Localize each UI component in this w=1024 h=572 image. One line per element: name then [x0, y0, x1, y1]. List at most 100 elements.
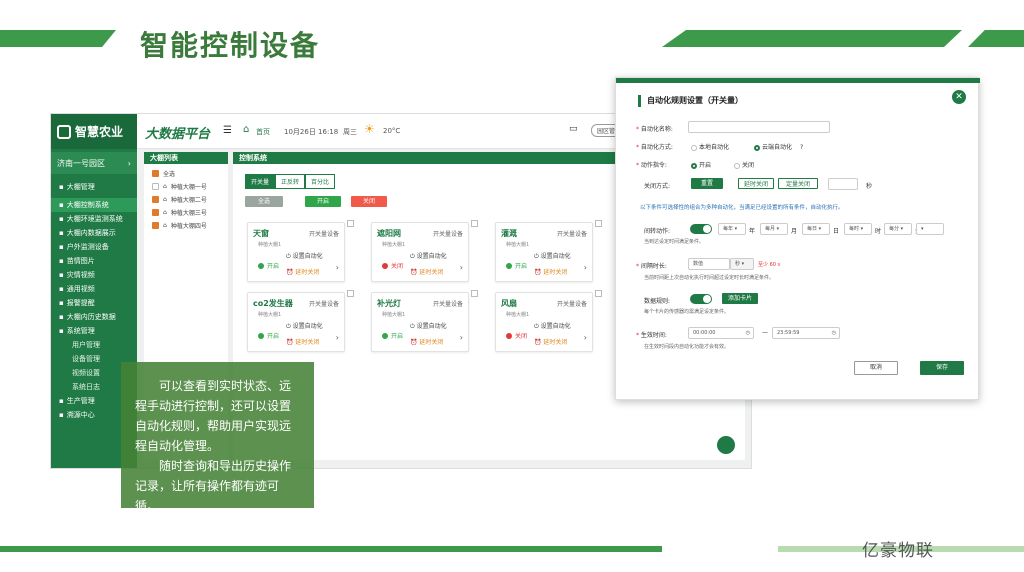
close-icon[interactable]: ✕ [952, 90, 966, 104]
device-name: 灌溉 [501, 229, 517, 238]
data-rule-toggle[interactable] [690, 294, 712, 304]
delay-close-link[interactable]: ⏰ 延时关闭 [286, 267, 319, 276]
mode-label: * 自动化方式: [636, 144, 673, 151]
device-type: 开关量设备 [308, 301, 339, 308]
select-all-button[interactable]: 全选 [245, 196, 283, 207]
mode-cloud-radio[interactable]: 云端自动化 ? [754, 142, 803, 151]
sidebar-item[interactable]: ▪ 大棚环境监测系统 [51, 212, 137, 226]
delay-close-button[interactable]: 延时关闭 [738, 178, 774, 189]
delay-close-link[interactable]: ⏰ 延时关闭 [534, 337, 567, 346]
chevron-right-icon[interactable]: › [460, 333, 463, 342]
sidebar-item[interactable]: ▪ 报警提醒 [51, 296, 137, 310]
interval-hour-select[interactable]: 每时 ▾ [844, 223, 872, 235]
help-icon[interactable]: ? [800, 144, 803, 151]
mode-label-text: 自动化方式: [640, 144, 673, 151]
device-card[interactable]: co2发生器 开关量设备 种植大棚1 开启 ⏻ 设置自动化 ⏰ 延时关闭 › [247, 290, 354, 352]
interval-toggle[interactable] [690, 224, 712, 234]
device-greenhouse: 种植大棚1 [506, 242, 530, 248]
home-icon[interactable]: ⌂ [243, 124, 249, 135]
greenhouse-item[interactable]: ⌂ 种植大棚四号 [144, 219, 228, 232]
timed-close-button[interactable]: 定量关闭 [778, 178, 818, 189]
power-icon: ⏻ [534, 253, 541, 260]
command-on-radio[interactable]: 开启 [691, 160, 711, 169]
delay-close-link[interactable]: ⏰ 延时关闭 [410, 337, 443, 346]
automation-name-input[interactable] [688, 121, 830, 133]
tab-forward-reverse[interactable]: 正反转 [275, 174, 306, 189]
save-button[interactable]: 保存 [920, 361, 964, 375]
sidebar-item[interactable]: ▪ 通用视频 [51, 282, 137, 296]
reset-button[interactable]: 重置 [691, 178, 723, 189]
select-all-checkbox[interactable]: 全选 [144, 167, 228, 180]
set-automation-link[interactable]: ⏻ 设置自动化 [534, 321, 571, 331]
device-card[interactable]: 风扇 开关量设备 种植大棚1 关闭 ⏻ 设置自动化 ⏰ 延时关闭 › [495, 290, 602, 352]
sidebar-item[interactable]: ▪ 大棚内数据展示 [51, 226, 137, 240]
park-selector[interactable]: 济南一号园区 › [51, 152, 137, 174]
automation-label: 设置自动化 [540, 323, 571, 330]
sidebar-item[interactable]: ▪ 灾情视频 [51, 268, 137, 282]
set-automation-link[interactable]: ⏻ 设置自动化 [286, 321, 323, 331]
cloud-icon[interactable] [717, 436, 735, 454]
seconds-input[interactable] [828, 178, 858, 190]
card-checkbox[interactable] [471, 290, 478, 297]
menu-icon[interactable]: ☰ [223, 125, 232, 136]
delay-close-link[interactable]: ⏰ 延时关闭 [286, 337, 319, 346]
sidebar-item[interactable]: ▪ 户外监测设备 [51, 240, 137, 254]
interval-month-select[interactable]: 每月 ▾ [760, 223, 788, 235]
sidebar-item[interactable]: ▪ 大棚控制系统 [51, 198, 137, 212]
greenhouse-item[interactable]: ⌂ 种植大棚二号 [144, 193, 228, 206]
turn-on-button[interactable]: 开启 [305, 196, 341, 207]
sidebar-item[interactable]: ▪ 大棚管理 [51, 180, 137, 194]
card-checkbox[interactable] [595, 220, 602, 227]
set-automation-link[interactable]: ⏻ 设置自动化 [286, 251, 323, 261]
chevron-right-icon[interactable]: › [584, 333, 587, 342]
device-card[interactable]: 灌溉 开关量设备 种植大棚1 开启 ⏻ 设置自动化 ⏰ 延时关闭 › [495, 220, 602, 282]
interval-minute-select[interactable]: 每分 ▾ [884, 223, 912, 235]
mode-local-radio[interactable]: 本地自动化 [691, 142, 729, 151]
interval-year-select[interactable]: 每年 ▾ [718, 223, 746, 235]
chevron-right-icon: › [127, 158, 131, 168]
home-link[interactable]: 首页 [256, 127, 270, 137]
turn-off-button[interactable]: 关闭 [351, 196, 387, 207]
delay-close-link[interactable]: ⏰ 延时关闭 [410, 267, 443, 276]
start-time-input[interactable]: 00:00:00 ◷ [688, 327, 754, 339]
tab-switch[interactable]: 开关量 [245, 174, 276, 189]
chevron-right-icon[interactable]: › [584, 263, 587, 272]
device-card[interactable]: 补光灯 开关量设备 种植大棚1 开启 ⏻ 设置自动化 ⏰ 延时关闭 › [371, 290, 478, 352]
sidebar-item[interactable]: ▪ 大棚内历史数据 [51, 310, 137, 324]
delay-close-link[interactable]: ⏰ 延时关闭 [534, 267, 567, 276]
greenhouse-item[interactable]: ⌂ 种植大棚一号 [144, 180, 228, 193]
chevron-right-icon[interactable]: › [336, 263, 339, 272]
greenhouse-item[interactable]: ⌂ 种植大棚三号 [144, 206, 228, 219]
command-off-radio[interactable]: 关闭 [734, 160, 754, 169]
card-checkbox[interactable] [347, 220, 354, 227]
duration-input[interactable]: 数值 [688, 258, 730, 270]
device-card[interactable]: 天窗 开关量设备 种植大棚1 开启 ⏻ 设置自动化 ⏰ 延时关闭 › [247, 220, 354, 282]
status-text: 开启 [267, 263, 280, 270]
command-on-text: 开启 [699, 162, 712, 169]
footer-bar-left [0, 546, 662, 552]
set-automation-link[interactable]: ⏻ 设置自动化 [410, 251, 447, 261]
set-automation-link[interactable]: ⏻ 设置自动化 [534, 251, 571, 261]
device-card[interactable]: 遮阳网 开关量设备 种植大棚1 关闭 ⏻ 设置自动化 ⏰ 延时关闭 › [371, 220, 478, 282]
monitor-icon[interactable]: ▭ [569, 124, 578, 134]
end-time-input[interactable]: 23:59:59 ◷ [772, 327, 840, 339]
cancel-button[interactable]: 取消 [854, 361, 898, 375]
card-checkbox[interactable] [347, 290, 354, 297]
sidebar-item-label: 设备管理 [72, 355, 100, 363]
duration-unit-select[interactable]: 秒 ▾ [730, 258, 754, 270]
clock-icon: ◷ [831, 330, 836, 336]
sidebar-item[interactable]: ▪ 系统管理 [51, 324, 137, 338]
automation-rule-dialog: 自动化规则设置（开关量） ✕ * 自动化名称: * 自动化方式: 本地自动化 云… [615, 77, 980, 400]
sidebar-item-label: 灾情视频 [66, 271, 95, 279]
tab-percentage[interactable]: 百分比 [305, 174, 336, 189]
card-checkbox[interactable] [471, 220, 478, 227]
card-checkbox[interactable] [595, 290, 602, 297]
chevron-right-icon[interactable]: › [336, 333, 339, 342]
interval-day-select[interactable]: 每日 ▾ [802, 223, 830, 235]
chevron-right-icon[interactable]: › [460, 263, 463, 272]
sidebar-item[interactable]: 用户管理 [51, 338, 137, 352]
sidebar-item[interactable]: ▪ 苗情图片 [51, 254, 137, 268]
interval-extra-select[interactable]: ▾ [916, 223, 944, 235]
add-card-button[interactable]: 添加卡片 [722, 293, 758, 304]
set-automation-link[interactable]: ⏻ 设置自动化 [410, 321, 447, 331]
